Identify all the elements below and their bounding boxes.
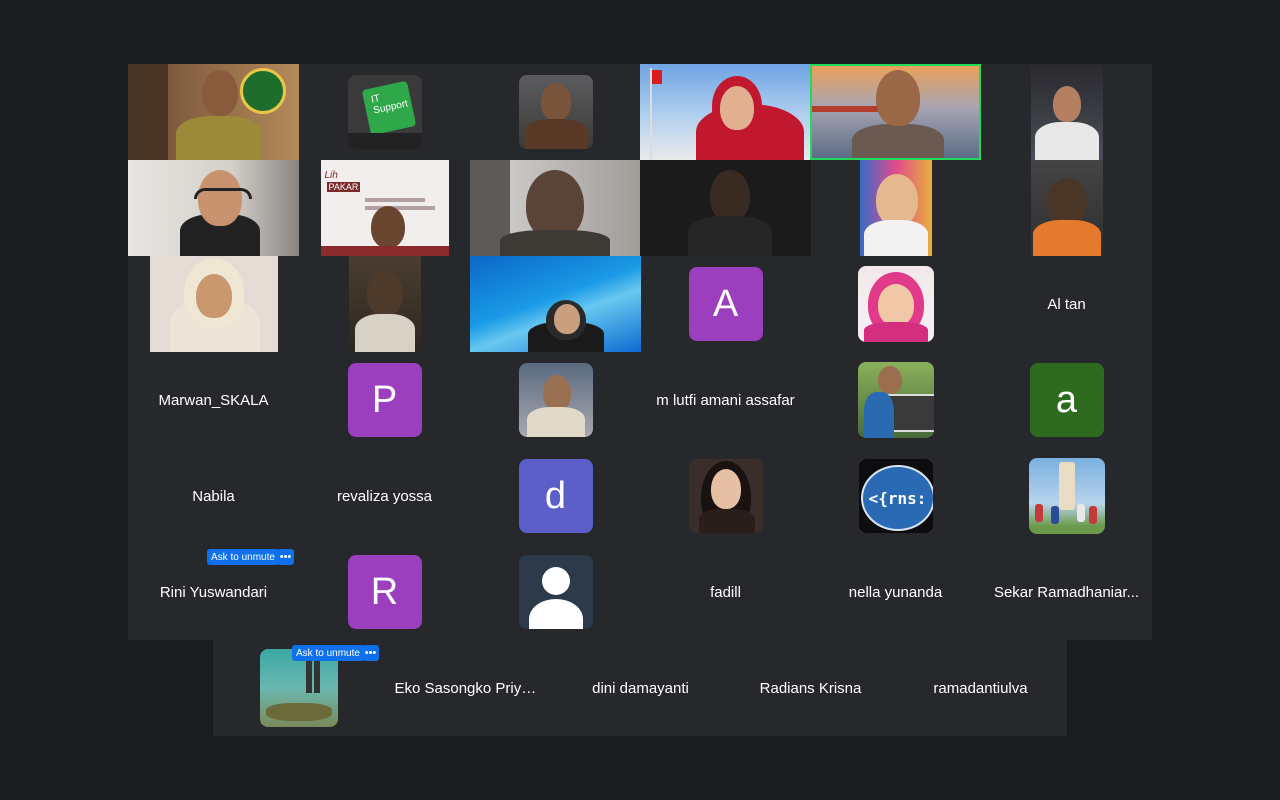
participant-tile[interactable] xyxy=(470,544,641,640)
participant-video-tile[interactable] xyxy=(470,256,641,352)
participant-avatar: d xyxy=(518,459,593,533)
participant-tile[interactable] xyxy=(810,256,981,352)
participant-video-tile[interactable] xyxy=(640,160,811,256)
active-speaker-tile[interactable] xyxy=(810,64,981,160)
participant-photo xyxy=(857,362,934,438)
participant-video xyxy=(470,160,641,256)
participant-name: Nabila xyxy=(192,487,235,505)
participant-photo xyxy=(518,363,593,437)
participant-name: fadill xyxy=(710,583,741,601)
participant-tile[interactable] xyxy=(299,256,470,352)
participant-tile[interactable]: Radians Krisna xyxy=(725,640,896,736)
participant-photo xyxy=(688,459,763,533)
participant-video xyxy=(812,66,979,158)
participant-video-tile[interactable] xyxy=(640,64,811,160)
participant-tile[interactable]: m lutfi amani assafar xyxy=(640,352,811,448)
participant-tile[interactable] xyxy=(981,448,1152,544)
participant-video xyxy=(640,160,811,256)
participant-video xyxy=(128,64,299,160)
more-options-button[interactable]: ••• xyxy=(277,549,294,565)
ask-to-unmute-button[interactable]: Ask to unmute xyxy=(292,645,364,661)
more-options-button[interactable]: ••• xyxy=(362,645,379,661)
participant-video-tile[interactable]: Lih PAKAR xyxy=(299,160,470,256)
default-avatar-icon xyxy=(518,555,593,629)
participant-tile[interactable] xyxy=(981,160,1152,256)
participant-name: Sekar Ramadhaniar... xyxy=(993,583,1140,601)
participant-tile[interactable]: nella yunanda xyxy=(810,544,981,640)
participant-avatar: A xyxy=(688,267,763,341)
participant-name: revaliza yossa xyxy=(336,487,433,505)
participant-tile[interactable] xyxy=(981,64,1152,160)
rns-logo: <{rns: xyxy=(858,459,933,533)
participant-tile[interactable]: Nabila xyxy=(128,448,299,544)
participant-video-tile[interactable] xyxy=(128,160,299,256)
participant-tile[interactable]: Al tan xyxy=(981,256,1152,352)
participant-photo xyxy=(518,75,593,149)
headphones-icon xyxy=(194,188,252,199)
participant-name: ramadantiulva xyxy=(933,679,1028,697)
participant-photo xyxy=(857,266,934,342)
participant-video xyxy=(149,256,278,352)
participant-avatar: a xyxy=(1029,363,1104,437)
participant-tile[interactable]: a xyxy=(981,352,1152,448)
participant-name: Al tan xyxy=(1047,295,1086,313)
participant-video-tile[interactable] xyxy=(128,64,299,160)
participant-tile[interactable]: R xyxy=(299,544,470,640)
participant-video xyxy=(1030,160,1103,256)
participant-tile[interactable]: Sekar Ramadhaniar... xyxy=(981,544,1152,640)
participant-tile[interactable]: d xyxy=(470,448,641,544)
participant-tile[interactable]: revaliza yossa xyxy=(299,448,470,544)
participant-video xyxy=(128,160,299,256)
participant-tile[interactable]: A xyxy=(640,256,811,352)
logo-icon xyxy=(240,68,286,114)
participant-video-tile[interactable] xyxy=(128,256,299,352)
participant-tile[interactable] xyxy=(810,160,981,256)
participant-video-tile[interactable] xyxy=(470,160,641,256)
participant-tile[interactable]: ramadantiulva xyxy=(895,640,1066,736)
participant-avatar: P xyxy=(347,363,422,437)
participant-tile[interactable] xyxy=(810,352,981,448)
participant-tile[interactable] xyxy=(470,64,641,160)
participant-tile[interactable]: Marwan_SKALA xyxy=(128,352,299,448)
participant-avatar: R xyxy=(347,555,422,629)
participant-tile[interactable] xyxy=(470,352,641,448)
participant-tile[interactable]: <{rns: xyxy=(810,448,981,544)
participant-video xyxy=(348,256,421,352)
ask-to-unmute-button[interactable]: Ask to unmute xyxy=(207,549,279,565)
participant-name: Rini Yuswandari xyxy=(159,583,268,601)
participant-tile[interactable] xyxy=(640,448,811,544)
participant-tile[interactable]: fadill xyxy=(640,544,811,640)
participant-video xyxy=(640,64,811,160)
participant-video xyxy=(470,256,641,352)
participant-tile[interactable]: IT Support xyxy=(299,64,470,160)
shared-slide: Lih PAKAR xyxy=(320,160,449,256)
participant-tile[interactable]: P xyxy=(299,352,470,448)
participant-tile[interactable]: Eko Sasongko Priyad... xyxy=(384,640,555,736)
participant-name: Eko Sasongko Priyad... xyxy=(394,679,545,697)
participant-video xyxy=(859,160,932,256)
participant-video xyxy=(1030,64,1103,160)
participant-name: Radians Krisna xyxy=(759,679,862,697)
participant-photo xyxy=(1028,458,1105,534)
participant-name: Marwan_SKALA xyxy=(158,391,269,409)
participant-tile[interactable]: dini damayanti xyxy=(555,640,726,736)
it-support-avatar: IT Support xyxy=(347,75,422,149)
participant-name: nella yunanda xyxy=(848,583,943,601)
participant-name: dini damayanti xyxy=(592,679,689,697)
participant-name: m lutfi amani assafar xyxy=(656,391,795,409)
